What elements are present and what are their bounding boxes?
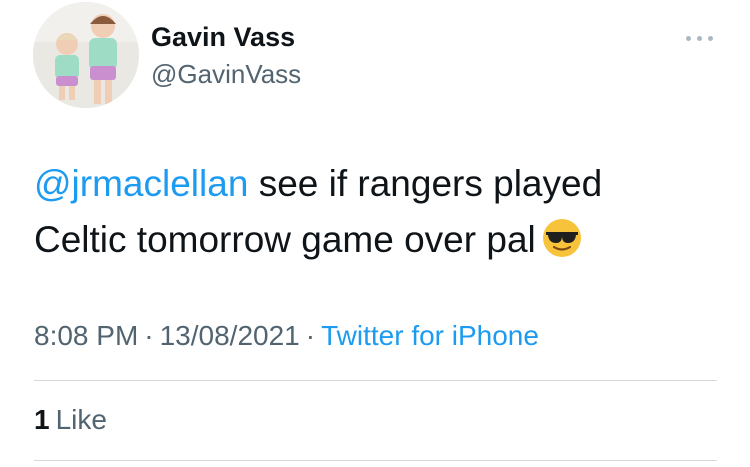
more-options-icon[interactable] [683,28,717,48]
tweet-text-line2: Celtic tomorrow game over pal [34,219,536,260]
tweet-text-line1: see if rangers played [258,163,603,204]
meta-separator: · [305,320,316,351]
divider [34,380,717,381]
tweet-date[interactable]: 13/08/2021 [160,320,300,351]
meta-separator: · [144,320,154,351]
author-display-name[interactable]: Gavin Vass [151,20,295,54]
tweet-time[interactable]: 8:08 PM [34,320,138,351]
avatar[interactable] [33,2,139,108]
author-handle[interactable]: @GavinVass [151,58,301,90]
sunglasses-emoji-icon [542,218,582,274]
tweet-meta: 8:08 PM · 13/08/2021 · Twitter for iPhone [34,318,539,354]
avatar-photo [33,2,139,108]
likes-count-button[interactable]: 1 Like [34,402,107,438]
tweet-source-link[interactable]: Twitter for iPhone [321,320,539,351]
divider [34,460,717,461]
tweet-text: @jrmaclellan see if rangers played Celti… [34,156,724,274]
like-count: 1 [34,404,50,435]
like-label: Like [55,404,107,435]
mention-link[interactable]: @jrmaclellan [34,163,248,204]
